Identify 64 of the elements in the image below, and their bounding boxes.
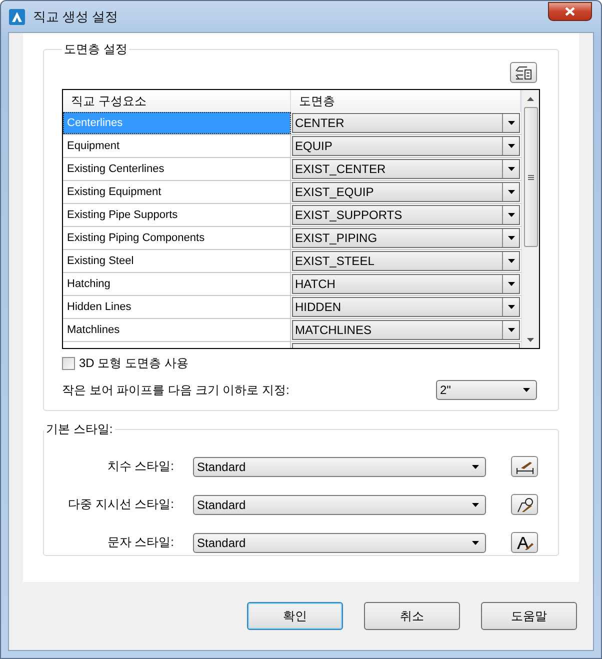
layer-dropdown[interactable]: EXIST_EQUIP (292, 182, 520, 202)
caret-icon (508, 236, 514, 240)
table-cell[interactable]: Existing Centerlines (63, 158, 291, 180)
table-cell[interactable]: Existing Steel (63, 250, 291, 272)
scroll-up-icon (527, 96, 534, 100)
style-dropdown[interactable]: Standard (193, 494, 486, 514)
table-cell[interactable]: Existing Pipe Supports (63, 204, 291, 226)
group-title: 도면층 설정 (63, 41, 128, 58)
layer-list-button[interactable] (510, 62, 537, 83)
checkbox-label: 3D 모형 도면층 사용 (79, 355, 188, 372)
dialog-button[interactable]: 도움말 (481, 602, 577, 630)
style-label: 치수 스타일: (106, 458, 174, 475)
style-manager-button[interactable] (511, 532, 538, 553)
layer-dropdown[interactable]: EXIST_CENTER (292, 159, 520, 179)
dialog-button[interactable]: 확인 (247, 602, 343, 630)
window-title: 직교 생성 설정 (33, 8, 120, 26)
layer-dropdown[interactable]: EQUIP (292, 136, 520, 156)
dialog-button[interactable]: 취소 (364, 602, 460, 630)
app-logo-icon (9, 8, 25, 24)
caret-icon (508, 167, 514, 171)
checkbox[interactable] (62, 357, 75, 370)
dimension-style-icon (516, 460, 534, 474)
table-cell[interactable]: Existing Equipment (63, 181, 291, 203)
layer-dropdown[interactable]: CENTER (292, 113, 520, 133)
text-style-icon (516, 534, 534, 550)
group-title: 기본 스타일: (45, 421, 114, 438)
caret-icon (508, 328, 514, 332)
table-cell[interactable]: Hatching (63, 273, 291, 295)
style-label: 문자 스타일: (106, 534, 174, 551)
layer-dropdown[interactable]: EXIST_SUPPORTS (292, 205, 520, 225)
layer-dropdown[interactable]: MATCHLINES (292, 320, 520, 340)
caret-icon (508, 213, 514, 217)
caret-icon (508, 282, 514, 286)
caret-icon (472, 540, 479, 544)
size-dropdown[interactable]: 2" (436, 380, 537, 400)
caret-icon (472, 502, 479, 506)
small-bore-label: 작은 보어 파이프를 다음 크기 이하로 지정: (62, 382, 290, 398)
table-cell[interactable]: Matchlines (63, 319, 291, 341)
multileader-style-icon (516, 496, 534, 512)
style-dropdown[interactable]: Standard (193, 456, 486, 476)
table-cell[interactable]: Hidden Lines (63, 296, 291, 318)
caret-icon (508, 144, 514, 148)
layer-dropdown[interactable]: EXIST_STEEL (292, 251, 520, 271)
layer-list-icon (514, 65, 532, 80)
layer-dropdown[interactable]: HIDDEN (292, 297, 520, 317)
caret-icon (472, 464, 479, 468)
table-cell[interactable]: Existing Piping Components (63, 227, 291, 249)
style-dropdown[interactable]: Standard (193, 532, 486, 552)
caret-icon (508, 121, 514, 125)
scroll-down-icon (527, 338, 534, 342)
caret-icon (508, 190, 514, 194)
style-manager-button[interactable] (511, 456, 538, 477)
caret-icon (523, 388, 530, 392)
layer-dropdown[interactable]: HATCH (292, 274, 520, 294)
close-button[interactable] (548, 2, 592, 21)
table-cell[interactable]: Equipment (63, 135, 291, 157)
grip-icon (528, 174, 534, 180)
style-label: 다중 지시선 스타일: (66, 496, 174, 513)
scrollbar[interactable] (521, 90, 539, 348)
style-manager-button[interactable] (511, 494, 538, 515)
caret-icon (508, 259, 514, 263)
layer-dropdown[interactable]: EXIST_PIPING (292, 228, 520, 248)
close-icon (565, 7, 575, 16)
caret-icon (508, 305, 514, 309)
